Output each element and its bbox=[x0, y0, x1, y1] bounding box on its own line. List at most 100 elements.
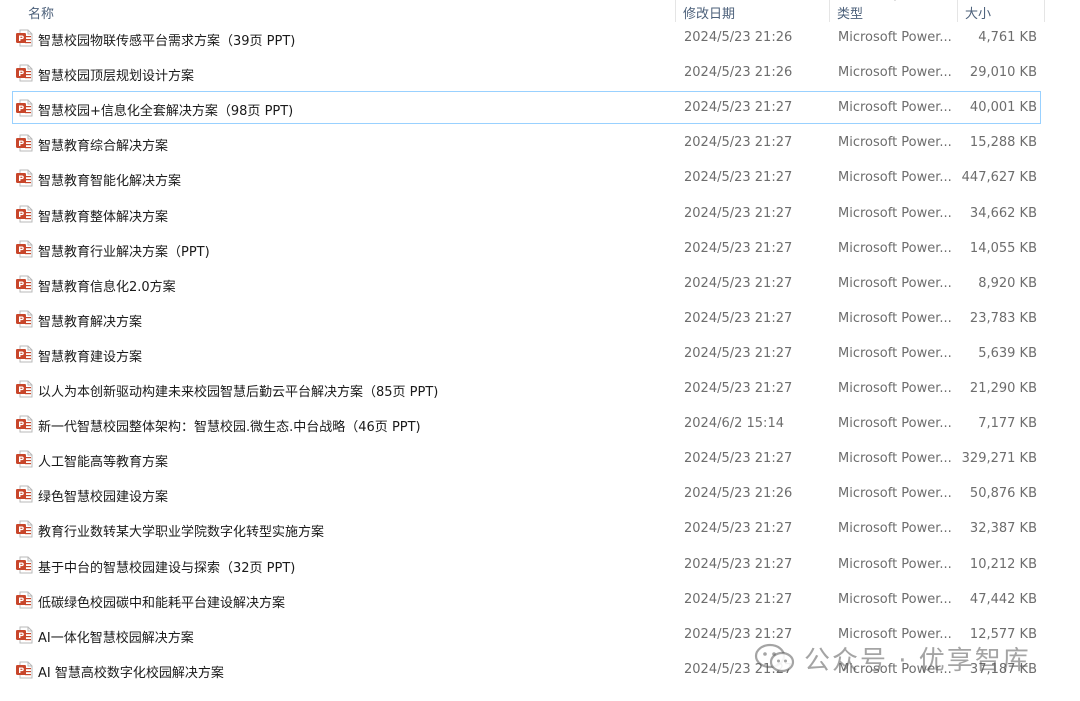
column-header-date[interactable]: 修改日期 bbox=[683, 3, 735, 22]
pptx-file-icon bbox=[16, 661, 33, 679]
pptx-file-icon bbox=[16, 169, 33, 187]
file-name: 低碳绿色校园碳中和能耗平台建设解决方案 bbox=[38, 595, 286, 611]
file-row[interactable]: 智慧教育解决方案 2024/5/23 21:27 Microsoft Power..… bbox=[12, 302, 1041, 335]
file-modified-date: 2024/6/2 15:14 bbox=[684, 416, 784, 432]
file-row[interactable]: 人工智能高等教育方案 2024/5/23 21:27 Microsoft Power… bbox=[12, 442, 1041, 475]
file-name: 智慧校园+信息化全套解决方案（98页 PPT) bbox=[38, 104, 294, 120]
pptx-file-icon bbox=[16, 240, 33, 258]
file-row[interactable]: 新一代智慧校园整体架构：智慧校园.微生态.中台战略（46页 PPT) 2024/6… bbox=[12, 407, 1041, 440]
column-divider[interactable] bbox=[957, 0, 958, 22]
file-name: 以人为本创新驱动构建未来校园智慧后勤云平台解决方案（85页 PPT) bbox=[38, 385, 439, 400]
pptx-file-icon bbox=[16, 205, 33, 222]
file-size: 10,212 KB bbox=[969, 556, 1037, 572]
file-row[interactable]: 智慧校园物联传感平台需求方案（39页 PPT) 2024/5/23 21:26 Mi… bbox=[12, 21, 1041, 54]
pptx-file-icon bbox=[16, 626, 33, 644]
file-type: Microsoft Power... bbox=[838, 135, 952, 151]
file-row[interactable]: 绿色智慧校园建设方案 2024/5/23 21:26 Microsoft Power… bbox=[12, 477, 1041, 510]
pptx-file-icon bbox=[16, 556, 33, 573]
file-name: 智慧教育解决方案 bbox=[38, 314, 143, 330]
file-type: Microsoft Power... bbox=[838, 416, 952, 432]
pptx-file-icon bbox=[16, 64, 33, 82]
file-row[interactable]: 智慧校园+信息化全套解决方案（98页 PPT) 2024/5/23 21:27 Mi… bbox=[12, 91, 1041, 125]
file-name: 智慧教育建设方案 bbox=[38, 349, 143, 365]
file-modified-date: 2024/5/23 21:26 bbox=[684, 65, 793, 81]
file-size: 7,177 KB bbox=[978, 416, 1037, 432]
file-type: Microsoft Power... bbox=[838, 275, 952, 291]
file-size: 15,288 KB bbox=[969, 135, 1037, 151]
file-type: Microsoft Power... bbox=[838, 521, 952, 537]
file-name: 智慧校园物联传感平台需求方案（39页 PPT) bbox=[38, 34, 296, 49]
file-modified-date: 2024/5/23 21:27 bbox=[684, 240, 793, 256]
pptx-file-icon bbox=[16, 415, 33, 433]
file-size: 50,876 KB bbox=[969, 486, 1037, 502]
file-row[interactable]: 智慧教育建设方案 2024/5/23 21:27 Microsoft Power..… bbox=[12, 337, 1041, 370]
file-name: 智慧校园顶层规划设计方案 bbox=[38, 69, 195, 85]
file-modified-date: 2024/5/23 21:26 bbox=[684, 30, 793, 45]
file-type: Microsoft Power... bbox=[838, 170, 952, 186]
file-modified-date: 2024/5/23 21:27 bbox=[684, 205, 793, 221]
file-row[interactable]: 以人为本创新驱动构建未来校园智慧后勤云平台解决方案（85页 PPT) 2024/5… bbox=[12, 372, 1041, 405]
file-size: 329,271 KB bbox=[961, 451, 1037, 467]
file-modified-date: 2024/5/23 21:27 bbox=[684, 135, 793, 151]
file-type: Microsoft Power... bbox=[838, 100, 952, 116]
file-size: 29,010 KB bbox=[969, 65, 1037, 81]
column-header-type[interactable]: 类型 bbox=[837, 3, 863, 22]
pptx-file-icon bbox=[16, 275, 33, 293]
file-row[interactable]: 智慧教育智能化解决方案 2024/5/23 21:27 Microsoft Powe… bbox=[12, 161, 1041, 194]
file-name: 智慧教育行业解决方案（PPT) bbox=[38, 244, 210, 260]
file-name: 智慧教育智能化解决方案 bbox=[38, 174, 182, 190]
file-name: AI一体化智慧校园解决方案 bbox=[38, 630, 194, 646]
column-header-size[interactable]: 大小 bbox=[965, 3, 991, 22]
file-size: 5,639 KB bbox=[978, 345, 1037, 361]
file-type: Microsoft Power... bbox=[838, 65, 952, 81]
file-modified-date: 2024/5/23 21:27 bbox=[684, 345, 793, 361]
file-modified-date: 2024/5/23 21:27 bbox=[684, 556, 793, 572]
file-name: 基于中台的智慧校园建设与探索（32页 PPT) bbox=[38, 560, 296, 576]
column-divider[interactable] bbox=[675, 0, 676, 22]
file-row[interactable]: 基于中台的智慧校园建设与探索（32页 PPT) 2024/5/23 21:27 Mi… bbox=[12, 548, 1041, 581]
column-header-bar: 名称 修改日期 类型 大小 bbox=[0, 0, 1080, 22]
file-name: 人工智能高等教育方案 bbox=[38, 455, 169, 471]
pptx-file-icon bbox=[16, 134, 33, 152]
file-size: 8,920 KB bbox=[978, 275, 1037, 291]
file-name: 新一代智慧校园整体架构：智慧校园.微生态.中台战略（46页 PPT) bbox=[38, 420, 421, 436]
file-size: 47,442 KB bbox=[969, 591, 1037, 607]
file-type: Microsoft Power... bbox=[838, 556, 952, 572]
file-modified-date: 2024/5/23 21:27 bbox=[684, 170, 793, 186]
file-type: Microsoft Power... bbox=[838, 591, 952, 607]
pptx-file-icon bbox=[16, 345, 33, 363]
file-modified-date: 2024/5/23 21:27 bbox=[684, 381, 793, 396]
file-size: 23,783 KB bbox=[969, 310, 1037, 326]
file-type: Microsoft Power... bbox=[838, 451, 952, 467]
column-divider[interactable] bbox=[829, 0, 830, 22]
file-size: 34,662 KB bbox=[969, 205, 1037, 221]
file-row[interactable]: 智慧教育综合解决方案 2024/5/23 21:27 Microsoft Power… bbox=[12, 126, 1041, 159]
pptx-file-icon bbox=[16, 520, 33, 538]
file-name: 教育行业数转某大学职业学院数字化转型实施方案 bbox=[38, 525, 325, 541]
file-type: Microsoft Power... bbox=[838, 240, 952, 256]
file-type: Microsoft Power... bbox=[838, 310, 952, 326]
file-modified-date: 2024/5/23 21:27 bbox=[684, 451, 793, 467]
file-name: 智慧教育综合解决方案 bbox=[38, 139, 169, 155]
pptx-file-icon bbox=[16, 380, 33, 398]
file-row[interactable]: 智慧教育整体解决方案 2024/5/23 21:27 Microsoft Power… bbox=[12, 197, 1041, 230]
file-row[interactable]: 智慧教育信息化2.0方案 2024/5/23 21:27 Microsoft Pow… bbox=[12, 267, 1041, 300]
file-size: 447,627 KB bbox=[961, 170, 1037, 186]
pptx-file-icon bbox=[16, 450, 33, 468]
file-row[interactable]: 低碳绿色校园碳中和能耗平台建设解决方案 2024/5/23 21:27 Micros… bbox=[12, 583, 1041, 616]
file-row[interactable]: 教育行业数转某大学职业学院数字化转型实施方案 2024/5/23 21:27 Mic… bbox=[12, 512, 1041, 545]
wechat-icon bbox=[754, 643, 795, 673]
file-name: 智慧教育信息化2.0方案 bbox=[38, 279, 176, 295]
column-header-name[interactable]: 名称 bbox=[28, 3, 54, 22]
watermark: 公众号 · 优享智库 bbox=[754, 638, 1031, 678]
pptx-file-icon bbox=[16, 310, 33, 328]
pptx-file-icon bbox=[16, 591, 33, 609]
file-row[interactable]: 智慧教育行业解决方案（PPT) 2024/5/23 21:27 Microsoft … bbox=[12, 232, 1041, 265]
file-name: 绿色智慧校园建设方案 bbox=[38, 490, 169, 506]
column-divider[interactable] bbox=[1044, 0, 1045, 22]
file-modified-date: 2024/5/23 21:27 bbox=[684, 100, 793, 116]
file-size: 21,290 KB bbox=[969, 381, 1037, 396]
file-row[interactable]: 智慧校园顶层规划设计方案 2024/5/23 21:26 Microsoft Pow… bbox=[12, 56, 1041, 89]
file-size: 4,761 KB bbox=[978, 30, 1037, 45]
file-modified-date: 2024/5/23 21:27 bbox=[684, 310, 793, 326]
